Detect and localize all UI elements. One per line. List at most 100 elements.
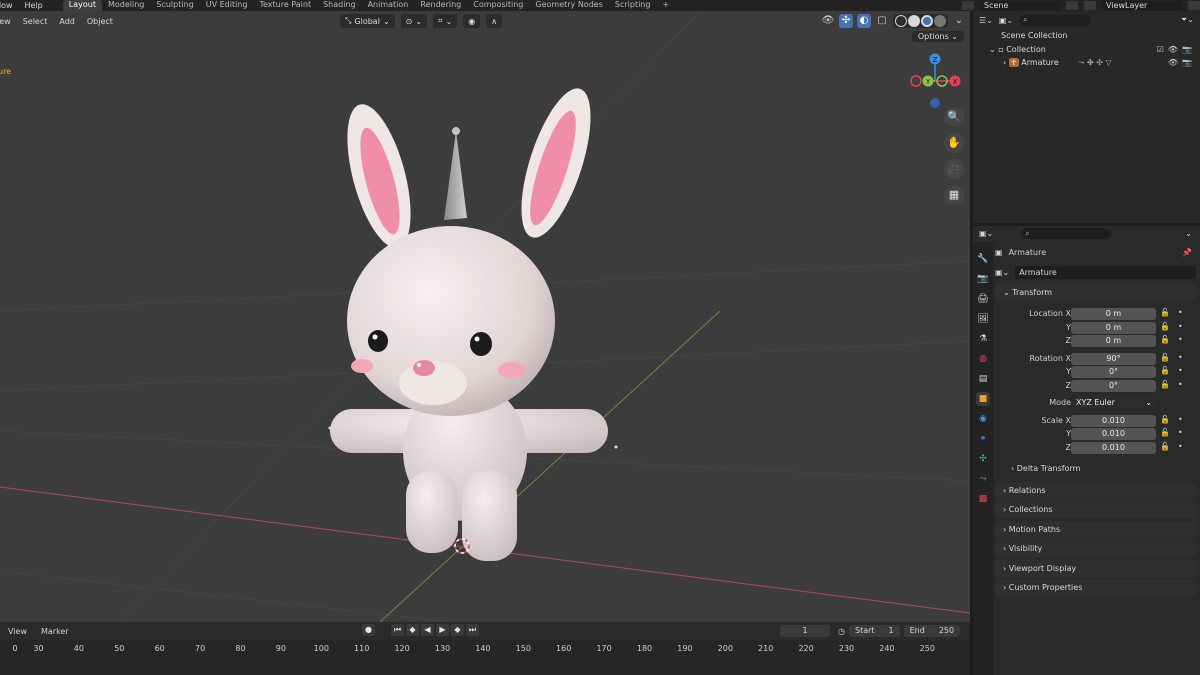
scene-selector-icon[interactable]	[962, 1, 974, 10]
pivot-point-dropdown[interactable]: ⊙ ⌄	[400, 14, 428, 28]
jump-start-icon[interactable]: ⏮	[391, 624, 404, 636]
expand-arrow-icon[interactable]: ⌄	[989, 45, 996, 54]
scale-y-field[interactable]: 0.010	[1071, 428, 1156, 440]
tab-geometry-nodes[interactable]: Geometry Nodes	[529, 0, 608, 11]
tab-scripting[interactable]: Scripting	[609, 0, 657, 11]
checkbox-icon[interactable]: ☑	[1157, 43, 1164, 57]
3d-viewport[interactable]: Z X Y iew Select Add Object ⤡ Global ⌄ ⊙…	[0, 11, 970, 622]
xray-toggle-icon[interactable]: ▢	[875, 14, 889, 28]
tab-animation[interactable]: Animation	[362, 0, 415, 11]
scene-tab-icon[interactable]: ⚗	[976, 332, 990, 346]
collapse-arrow-icon[interactable]: ›	[1003, 58, 1006, 67]
view-layer-copy-icon[interactable]	[1188, 1, 1200, 10]
prev-keyframe-icon[interactable]: ◆	[406, 624, 419, 636]
rendered-shading-icon[interactable]	[934, 15, 946, 27]
menu-window[interactable]: dow	[0, 1, 13, 10]
lock-icon[interactable]: 🔓	[1160, 353, 1170, 362]
scale-x-field[interactable]: 0.010	[1071, 414, 1156, 427]
editor-type-icon[interactable]: ☰⌄	[979, 16, 993, 25]
tab-sculpting[interactable]: Sculpting	[150, 0, 199, 11]
current-frame-field[interactable]: 1	[780, 625, 830, 637]
location-x-field[interactable]: 0 m	[1071, 308, 1156, 320]
wireframe-shading-icon[interactable]	[895, 15, 907, 27]
rotation-mode-select[interactable]: XYZ Euler ⌄	[1071, 397, 1156, 409]
visibility-panel-header[interactable]: › Visibility	[995, 540, 1196, 558]
outliner-row-collection[interactable]: ⌄ ▫ Collection ☑ 👁 📷	[973, 43, 1200, 57]
record-icon[interactable]: ●	[362, 624, 375, 636]
tab-compositing[interactable]: Compositing	[467, 0, 529, 11]
object-type-icon[interactable]: ▣⌄	[995, 268, 1009, 277]
scene-copy-icon[interactable]	[1066, 1, 1078, 10]
pin-icon[interactable]: 📌	[1182, 248, 1192, 257]
tab-layout[interactable]: Layout	[62, 0, 102, 11]
tab-uv-editing[interactable]: UV Editing	[200, 0, 254, 11]
start-frame-field[interactable]: Start 1	[848, 625, 900, 637]
lock-icon[interactable]: 🔓	[1160, 366, 1170, 375]
lock-icon[interactable]: 🔓	[1160, 442, 1170, 451]
material-preview-icon[interactable]	[921, 15, 933, 27]
frame-ruler[interactable]: 0 30 40 50 60 70 80 90 100 110 120 130 140 150 160 170 1…	[0, 640, 970, 675]
falloff-dropdown[interactable]: ∧	[486, 14, 503, 28]
next-keyframe-icon[interactable]: ◆	[451, 624, 464, 636]
tab-texture-paint[interactable]: Texture Paint	[253, 0, 317, 11]
keyframe-dot-icon[interactable]: •	[1178, 428, 1183, 437]
keyframe-dot-icon[interactable]: •	[1178, 308, 1183, 317]
object-name-field[interactable]: Armature	[1015, 265, 1196, 279]
end-frame-field[interactable]: End 250	[903, 625, 961, 637]
location-z-field[interactable]: 0 m	[1071, 335, 1156, 347]
tab-shading[interactable]: Shading	[317, 0, 362, 11]
outliner-row-scene-collection[interactable]: Scene Collection	[973, 29, 1200, 43]
constraints-tab-icon[interactable]: ⚭	[976, 432, 990, 446]
add-workspace-button[interactable]: +	[656, 0, 675, 11]
delta-transform-subpanel[interactable]: › Delta Transform	[995, 461, 1196, 477]
play-icon[interactable]: ▶	[436, 624, 449, 636]
world-tab-icon[interactable]: ◍	[976, 352, 990, 366]
proportional-editing-toggle[interactable]: ◉	[463, 14, 481, 28]
options-chevron-icon[interactable]: ⌄	[1185, 229, 1192, 238]
tool-tab-icon[interactable]: 🔧	[976, 252, 990, 266]
keyframe-dot-icon[interactable]: •	[1178, 322, 1183, 331]
gizmo-toggle-icon[interactable]: ✣	[839, 14, 853, 28]
transform-orientation-dropdown[interactable]: ⤡ Global ⌄	[340, 14, 395, 28]
shading-options-chevron-icon[interactable]: ⌄	[952, 14, 966, 28]
output-tab-icon[interactable]: 🖨	[976, 292, 990, 306]
rotation-x-field[interactable]: 90°	[1071, 352, 1156, 365]
menu-help[interactable]: Help	[25, 1, 43, 10]
tab-rendering[interactable]: Rendering	[414, 0, 467, 11]
location-y-field[interactable]: 0 m	[1071, 321, 1156, 334]
snap-toggle[interactable]: ⌗ ⌄	[433, 14, 458, 28]
viewport-menu-select[interactable]: Select	[23, 17, 48, 26]
collection-tab-icon[interactable]: ▤	[976, 372, 990, 386]
armature-data-tab-icon[interactable]: ✣	[976, 452, 990, 466]
collections-panel-header[interactable]: › Collections	[995, 501, 1196, 519]
custom-properties-panel-header[interactable]: › Custom Properties	[995, 579, 1196, 597]
keyframe-dot-icon[interactable]: •	[1178, 442, 1183, 451]
tab-modeling[interactable]: Modeling	[102, 0, 150, 11]
timeline-menu-marker[interactable]: Marker	[41, 627, 69, 636]
view-layer-field[interactable]: ViewLayer	[1102, 0, 1182, 11]
scale-z-field[interactable]: 0.010	[1071, 441, 1156, 454]
viewport-menu-object[interactable]: Object	[87, 17, 113, 26]
relations-panel-header[interactable]: › Relations	[995, 481, 1196, 500]
rotation-y-field[interactable]: 0°	[1071, 366, 1156, 378]
view-layer-selector-icon[interactable]	[1084, 1, 1096, 10]
viewport-display-panel-header[interactable]: › Viewport Display	[995, 559, 1196, 578]
motion-paths-panel-header[interactable]: › Motion Paths	[995, 520, 1196, 539]
bone-tab-icon[interactable]: ⤳	[976, 472, 990, 486]
display-mode-icon[interactable]: ▣⌄	[999, 16, 1013, 25]
grid-toggle-icon[interactable]: ▦	[944, 185, 964, 205]
viewport-menu-view[interactable]: iew	[0, 17, 11, 26]
lock-icon[interactable]: 🔓	[1160, 380, 1170, 389]
view-layer-tab-icon[interactable]: 🖼	[976, 312, 990, 326]
timeline-menu-view[interactable]: View	[8, 627, 27, 636]
lock-icon[interactable]: 🔓	[1160, 308, 1170, 317]
solid-shading-icon[interactable]	[908, 15, 920, 27]
rotation-z-field[interactable]: 0°	[1071, 379, 1156, 392]
visibility-icon[interactable]: 👁	[821, 14, 835, 28]
viewport-menu-add[interactable]: Add	[59, 17, 75, 26]
properties-search-input[interactable]: ⌕	[1021, 228, 1112, 239]
texture-tab-icon[interactable]: ▩	[976, 492, 990, 506]
keyframe-dot-icon[interactable]: •	[1178, 366, 1183, 375]
options-dropdown[interactable]: Options ⌄	[911, 31, 964, 42]
play-reverse-icon[interactable]: ◀	[421, 624, 434, 636]
